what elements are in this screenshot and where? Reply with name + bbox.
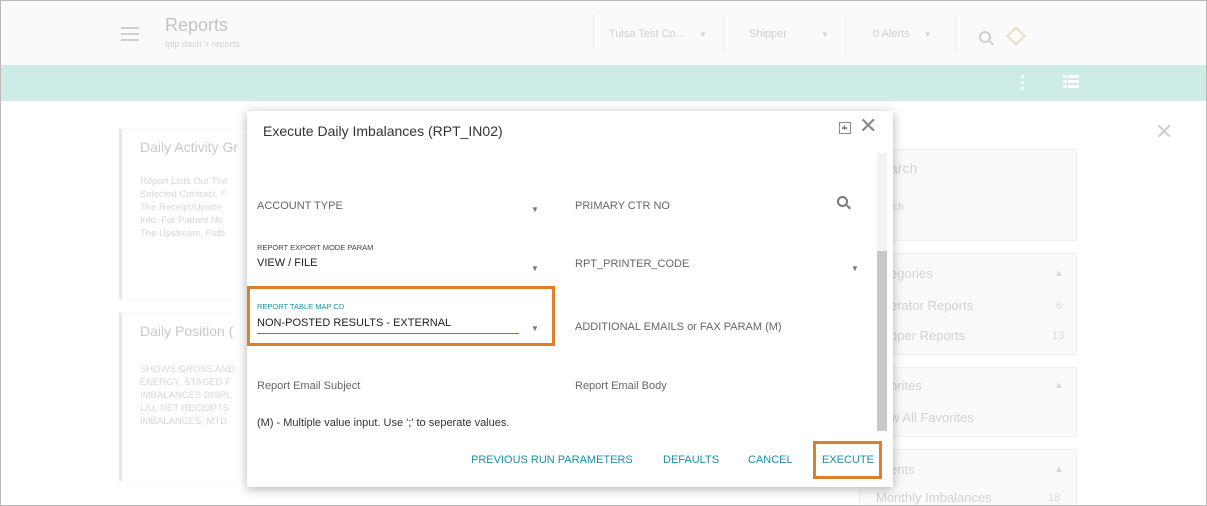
additional-emails-field[interactable]: ADDITIONAL EMAILS or FAX PARAM (M) [575, 321, 782, 333]
report-card-description: Selected Contract. F [140, 189, 227, 200]
header-divider [593, 15, 594, 51]
maximize-icon[interactable] [839, 122, 851, 134]
multi-value-note: (M) - Multiple value input. Use ';' to s… [257, 417, 510, 429]
alerts-select-value: 0 Alerts [873, 28, 910, 40]
diamond-icon[interactable] [1006, 26, 1026, 46]
report-card-title: Daily Position ( [140, 323, 234, 339]
role-select[interactable]: Shipper ▼ [749, 28, 829, 40]
email-subject-field[interactable]: Report Email Subject [257, 380, 360, 392]
execute-report-dialog: Execute Daily Imbalances (RPT_IN02) ✕ AC… [247, 111, 893, 487]
previous-run-parameters-button[interactable]: PREVIOUS RUN PARAMETERS [471, 454, 633, 466]
header-divider [845, 15, 846, 51]
close-icon[interactable]: ✕ [1155, 119, 1173, 145]
report-card-description: IMBALANCES, MTD [140, 416, 228, 427]
report-card-description: The Receipt/Upstre [140, 202, 222, 213]
printer-code-dropdown[interactable]: RPT_PRINTER_CODE [575, 258, 689, 270]
list-view-icon[interactable] [1063, 75, 1079, 89]
scrollbar-thumb[interactable] [877, 251, 887, 431]
primary-ctr-no-field[interactable]: PRIMARY CTR NO [575, 200, 670, 212]
execute-button[interactable]: EXECUTE [822, 454, 874, 466]
sidebar-item-shipper-reports[interactable]: pper Reports [890, 328, 965, 343]
top-header: Reports qtip dash > reports Tulsa Test C… [1, 1, 1206, 65]
breadcrumb[interactable]: qtip dash > reports [165, 39, 240, 49]
sidebar-item-view-all-favorites[interactable]: w All Favorites [890, 410, 974, 425]
field-underline [257, 333, 519, 334]
alerts-select[interactable]: 0 Alerts ▼ [873, 28, 932, 40]
chevron-up-icon[interactable]: ▲ [1054, 380, 1064, 391]
company-select[interactable]: Tulsa Test Co... ▼ [609, 28, 707, 40]
dialog-title: Execute Daily Imbalances (RPT_IN02) [263, 123, 503, 139]
sidebar-item-operator-reports[interactable]: erator Reports [890, 298, 973, 313]
report-card-description: SHOWS GROSS AND [140, 364, 236, 375]
account-type-dropdown[interactable]: ACCOUNT TYPE [257, 200, 343, 212]
report-card-description: Info. For Pathed No [140, 215, 223, 226]
app-window: Reports qtip dash > reports Tulsa Test C… [0, 0, 1207, 506]
toolbar-bar [1, 65, 1206, 101]
chevron-up-icon[interactable]: ▲ [1054, 464, 1064, 475]
sidebar-search-title: arch [890, 160, 918, 176]
table-map-dropdown[interactable]: NON-POSTED RESULTS - EXTERNAL [257, 317, 451, 329]
export-mode-dropdown[interactable]: VIEW / FILE [257, 257, 318, 269]
sidebar-categories-title: egories [890, 266, 933, 281]
report-card-daily-activity[interactable]: Daily Activity Gr Report Lists Out The S… [119, 129, 259, 299]
chevron-down-icon: ▼ [923, 30, 932, 39]
chevron-up-icon[interactable]: ▲ [1054, 268, 1064, 279]
cancel-button[interactable]: CANCEL [748, 454, 793, 466]
defaults-button[interactable]: DEFAULTS [663, 454, 719, 466]
search-icon[interactable] [979, 31, 991, 43]
company-select-value: Tulsa Test Co... [609, 28, 685, 40]
report-card-description: IMBALANCES DISPL [140, 390, 232, 401]
report-card-title: Daily Activity Gr [140, 139, 239, 155]
report-card-description: L/U, NET RECEIPTS [140, 403, 230, 414]
chevron-down-icon[interactable]: ▼ [851, 264, 859, 273]
close-icon[interactable]: ✕ [859, 115, 877, 137]
report-card-description: Report Lists Out The [140, 176, 228, 187]
search-icon[interactable] [837, 196, 848, 207]
chevron-down-icon[interactable]: ▼ [531, 264, 539, 273]
report-card-daily-position[interactable]: Daily Position ( SHOWS GROSS AND ENERGY,… [119, 313, 259, 481]
sidebar-item-count: 18 [1048, 492, 1061, 504]
sidebar-item-monthly-imbalances[interactable]: Monthly Imbalances [876, 490, 992, 505]
report-card-description: The Upstream, Path [140, 228, 226, 239]
sidebar-favorites-title: orites [890, 378, 922, 393]
export-mode-label: REPORT EXPORT MODE PARAM [257, 243, 374, 252]
role-select-value: Shipper [749, 28, 787, 40]
chevron-down-icon: ▼ [820, 30, 829, 39]
hamburger-menu-icon[interactable] [121, 27, 139, 41]
header-divider [723, 15, 724, 51]
sidebar-item-count: 13 [1052, 330, 1065, 342]
email-body-field[interactable]: Report Email Body [575, 380, 667, 392]
chevron-down-icon[interactable]: ▼ [531, 324, 539, 333]
header-divider [955, 15, 956, 51]
chevron-down-icon: ▼ [698, 30, 707, 39]
table-map-label: REPORT TABLE MAP CD [257, 302, 345, 311]
report-card-description: ENERGY, STAGED F [140, 377, 231, 388]
page-title: Reports [165, 15, 229, 35]
sidebar-item-count: 6 [1056, 300, 1063, 312]
highlight-box [247, 286, 555, 346]
chevron-down-icon[interactable]: ▼ [531, 205, 539, 214]
sidebar-recents-title: ents [890, 462, 915, 477]
more-options-icon[interactable] [1021, 75, 1024, 91]
